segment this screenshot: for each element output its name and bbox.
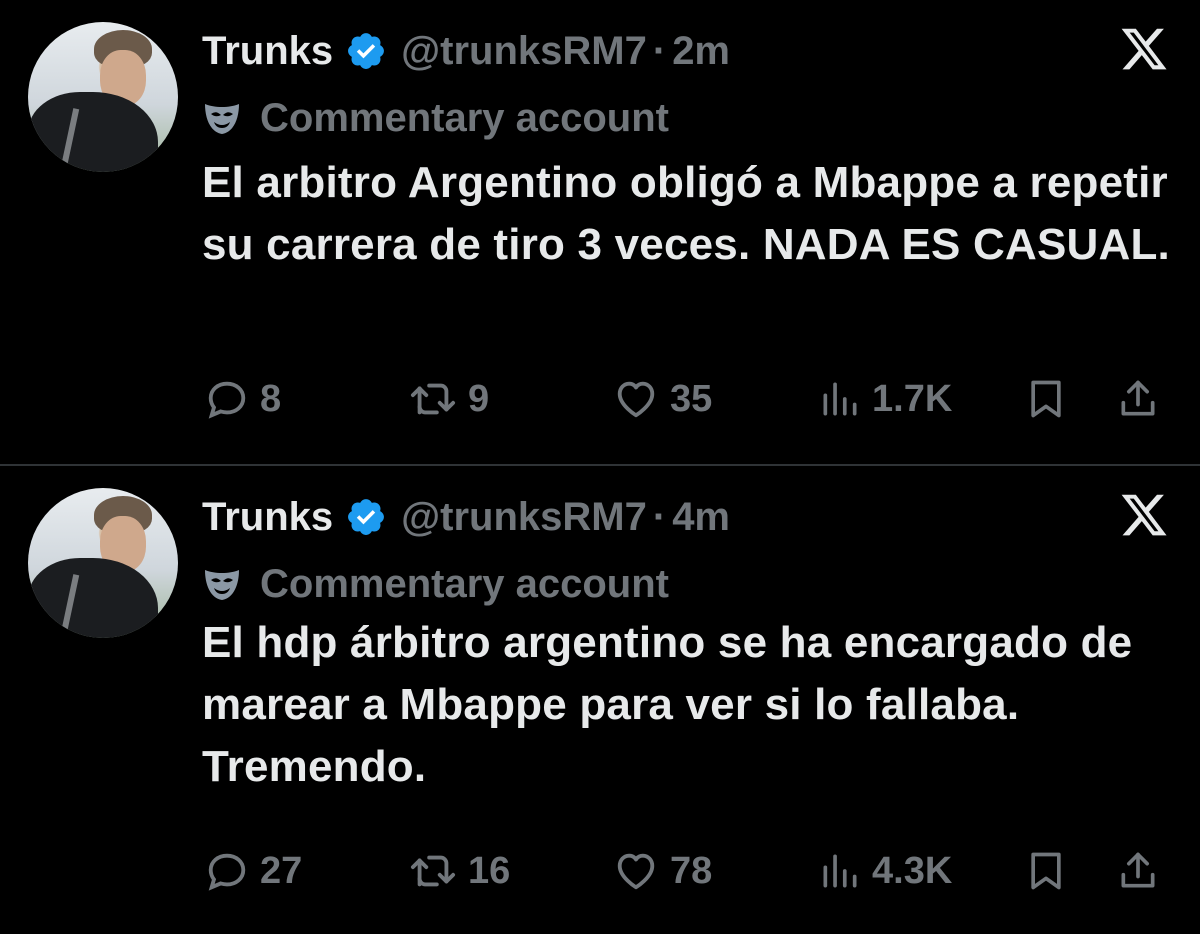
like-count: 78	[670, 849, 713, 892]
reply-icon	[208, 381, 246, 419]
timestamp[interactable]: 4m	[672, 495, 730, 540]
x-logo-icon[interactable]	[1118, 24, 1170, 74]
bookmark-button[interactable]	[1024, 846, 1068, 896]
tweet[interactable]: Trunks @trunksRM7 · 4m Commentary accoun…	[0, 466, 1200, 934]
tweet-text: El arbitro Argentino obligó a Mbappe a r…	[202, 158, 1170, 269]
repost-button[interactable]: 9	[408, 374, 489, 424]
like-button[interactable]: 78	[612, 846, 712, 896]
avatar[interactable]	[28, 22, 178, 172]
separator-dot: ·	[652, 494, 667, 539]
reply-button[interactable]: 27	[204, 846, 302, 896]
repost-count: 9	[468, 377, 490, 420]
share-icon	[1121, 380, 1155, 416]
views-count: 4.3K	[872, 849, 953, 892]
handle[interactable]: @trunksRM7	[401, 29, 647, 74]
repost-button[interactable]: 16	[408, 846, 510, 896]
account-label-row: Commentary account	[202, 558, 669, 610]
reply-count: 8	[260, 377, 282, 420]
account-label: Commentary account	[260, 95, 669, 140]
action-bar: 8 9 35 1.7K	[200, 374, 1180, 424]
timestamp[interactable]: 2m	[672, 29, 730, 74]
repost-icon	[410, 855, 456, 887]
handle[interactable]: @trunksRM7	[401, 495, 647, 540]
views-button[interactable]: 1.7K	[818, 374, 952, 424]
tweet[interactable]: Trunks @trunksRM7 · 2m Commentary accoun…	[0, 0, 1200, 465]
reply-icon	[208, 853, 246, 891]
views-count: 1.7K	[872, 377, 953, 420]
x-logo-icon[interactable]	[1118, 490, 1170, 540]
views-icon	[823, 854, 857, 888]
views-icon	[823, 382, 857, 416]
reply-count: 27	[260, 849, 303, 892]
separator-dot: ·	[652, 28, 667, 73]
share-button[interactable]	[1116, 374, 1160, 424]
reply-button[interactable]: 8	[204, 374, 281, 424]
views-button[interactable]: 4.3K	[818, 846, 952, 896]
display-name[interactable]: Trunks	[202, 495, 333, 540]
like-icon	[617, 853, 655, 890]
like-count: 35	[670, 377, 713, 420]
share-icon	[1121, 852, 1155, 888]
account-label: Commentary account	[260, 561, 669, 606]
bookmark-icon	[1031, 380, 1061, 418]
bookmark-button[interactable]	[1024, 374, 1068, 424]
like-button[interactable]: 35	[612, 374, 712, 424]
repost-icon	[410, 383, 456, 415]
tweet-header: Trunks @trunksRM7 · 2m	[202, 24, 730, 78]
display-name[interactable]: Trunks	[202, 29, 333, 74]
repost-count: 16	[468, 849, 511, 892]
commentary-mask-icon	[205, 104, 239, 134]
avatar-body	[28, 92, 158, 172]
bookmark-icon	[1031, 852, 1061, 890]
action-bar: 27 16 78 4.3K	[200, 846, 1180, 896]
verified-badge-icon	[348, 499, 385, 535]
tweet-text: El hdp árbitro argentino se ha encargado…	[202, 618, 1133, 791]
avatar[interactable]	[28, 488, 178, 638]
share-button[interactable]	[1116, 846, 1160, 896]
commentary-mask-icon	[205, 570, 239, 600]
tweet-header: Trunks @trunksRM7 · 4m	[202, 490, 730, 544]
avatar-body	[28, 558, 158, 638]
like-icon	[617, 381, 655, 418]
verified-badge-icon	[348, 33, 385, 69]
account-label-row: Commentary account	[202, 92, 669, 144]
